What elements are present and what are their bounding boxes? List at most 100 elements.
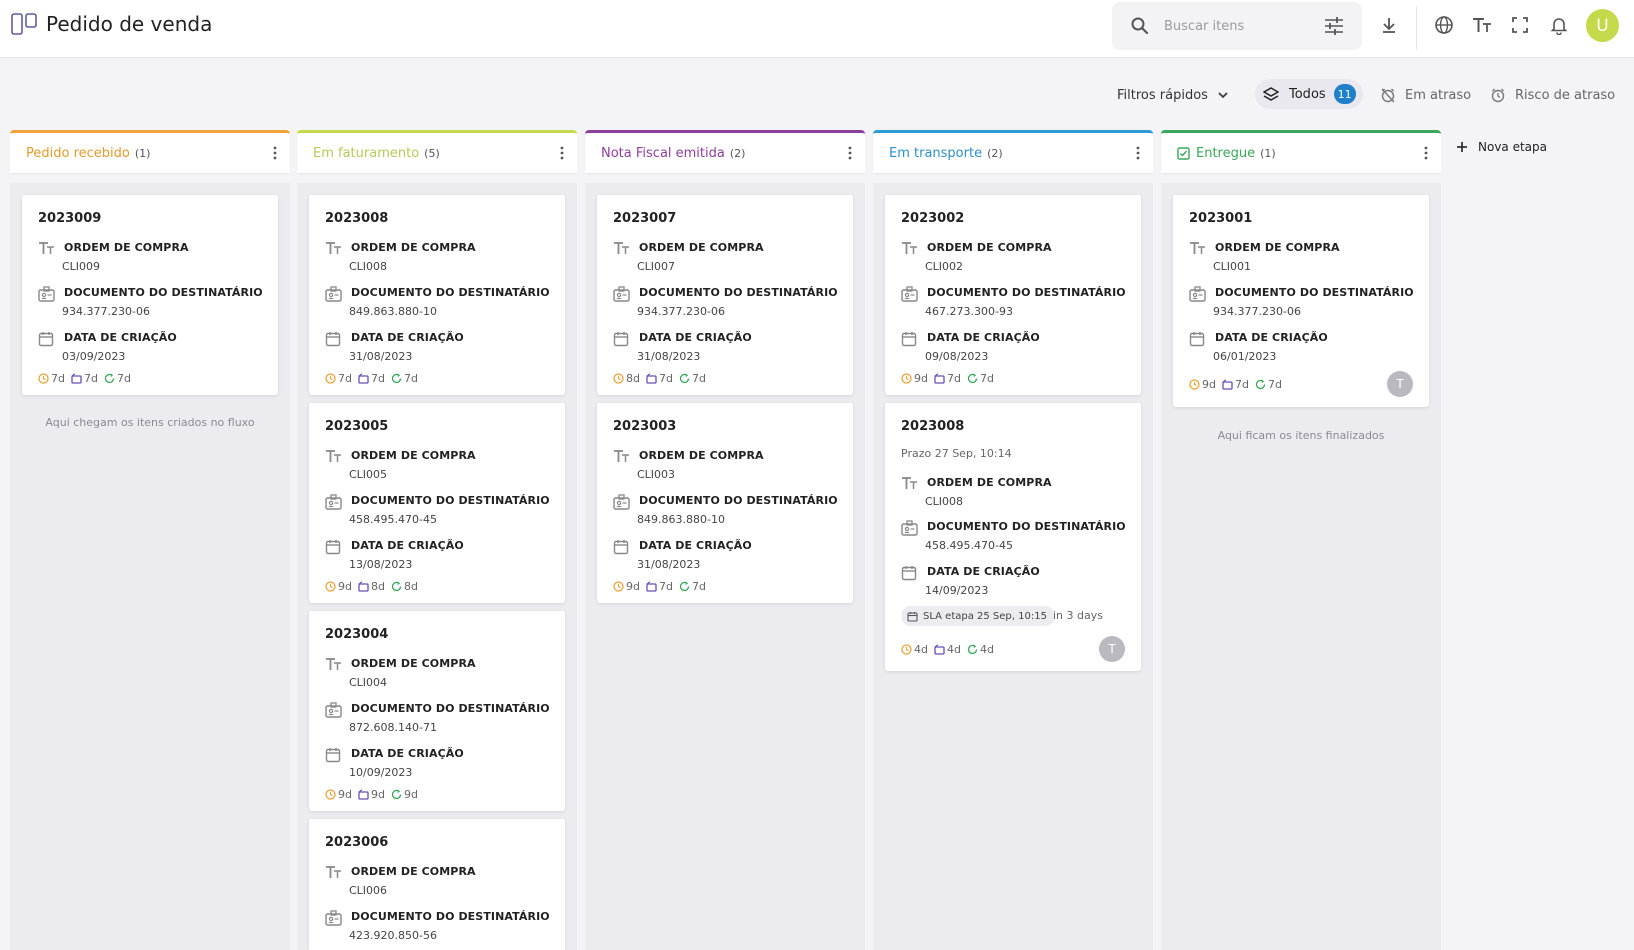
font-size-icon[interactable] bbox=[1471, 14, 1493, 36]
field-created: DATA DE CRIAÇÃO 31/08/2023 bbox=[613, 539, 843, 575]
filter-all-count-badge: 11 bbox=[1333, 84, 1356, 104]
calendar-clock-icon bbox=[907, 611, 918, 622]
card-id: 2023008 bbox=[901, 419, 965, 434]
column-title: Pedido recebido bbox=[26, 145, 130, 161]
column-count: (2) bbox=[729, 146, 746, 160]
more-vertical-icon[interactable] bbox=[847, 145, 853, 161]
column-count: (1) bbox=[134, 146, 151, 160]
more-vertical-icon[interactable] bbox=[272, 145, 278, 161]
search-box[interactable] bbox=[1112, 2, 1362, 50]
clock-icon bbox=[901, 372, 912, 384]
add-stage-button[interactable]: Nova etapa bbox=[1456, 140, 1547, 154]
calendar-icon bbox=[1189, 332, 1205, 347]
field-document: DOCUMENTO DO DESTINATÁRIO 849.863.880-10 bbox=[325, 286, 555, 322]
field-document: DOCUMENTO DO DESTINATÁRIO 934.377.230-06 bbox=[38, 286, 268, 322]
globe-icon[interactable] bbox=[1433, 14, 1455, 36]
deadline-text: Prazo 27 Sep, 10:14 bbox=[901, 447, 1012, 460]
refresh-check-icon bbox=[679, 581, 690, 591]
card-id: 2023004 bbox=[325, 627, 389, 642]
field-document: DOCUMENTO DO DESTINATÁRIO 458.495.470-45 bbox=[901, 520, 1131, 556]
pipeline-stage-icon bbox=[71, 372, 82, 384]
chevron-down-icon bbox=[1218, 92, 1228, 99]
created-value: 31/08/2023 bbox=[349, 350, 413, 363]
kanban-card[interactable]: 2023005 ORDEM DE COMPRA CLI005 DOCUMENTO… bbox=[309, 403, 565, 603]
notification-bell-icon[interactable] bbox=[1548, 14, 1570, 36]
field-order: ORDEM DE COMPRA CLI003 bbox=[613, 449, 843, 485]
alarm-off-icon bbox=[1381, 88, 1395, 103]
search-input[interactable] bbox=[1164, 14, 1314, 38]
calendar-icon bbox=[325, 332, 341, 347]
text-type-icon bbox=[326, 450, 341, 462]
clock-icon bbox=[1189, 378, 1200, 390]
created-value: 31/08/2023 bbox=[637, 350, 701, 363]
order-value: CLI007 bbox=[637, 260, 676, 273]
card-id: 2023009 bbox=[38, 211, 102, 226]
filter-all-chip[interactable]: Todos 11 bbox=[1255, 79, 1363, 109]
card-stats: 4d 4d 4d bbox=[901, 641, 1000, 657]
more-vertical-icon[interactable] bbox=[1423, 145, 1429, 161]
column-body-pedido-recebido: 2023009 ORDEM DE COMPRA CLI009 DOCUMENTO… bbox=[10, 183, 290, 950]
filter-sliders-icon[interactable] bbox=[1324, 17, 1344, 35]
kanban-card[interactable]: 2023008 Prazo 27 Sep, 10:14 ORDEM DE COM… bbox=[885, 403, 1141, 671]
user-avatar[interactable]: U bbox=[1586, 9, 1619, 42]
pipeline-stage-icon bbox=[934, 372, 945, 384]
download-icon[interactable] bbox=[1378, 14, 1400, 36]
refresh-check-icon bbox=[1255, 379, 1266, 389]
kanban-card[interactable]: 2023001 ORDEM DE COMPRA CLI001 DOCUMENTO… bbox=[1173, 195, 1429, 407]
id-card-icon bbox=[613, 494, 630, 510]
top-bar: Pedido de venda U bbox=[0, 0, 1634, 58]
id-card-icon bbox=[38, 286, 55, 302]
quick-filters-dropdown[interactable]: Filtros rápidos bbox=[1117, 83, 1230, 107]
id-card-icon bbox=[325, 910, 342, 926]
field-order: ORDEM DE COMPRA CLI009 bbox=[38, 241, 268, 277]
card-id: 2023003 bbox=[613, 419, 677, 434]
field-order: ORDEM DE COMPRA CLI008 bbox=[901, 476, 1131, 512]
order-value: CLI008 bbox=[349, 260, 388, 273]
kanban-card[interactable]: 2023007 ORDEM DE COMPRA CLI007 DOCUMENTO… bbox=[597, 195, 853, 395]
card-id: 2023001 bbox=[1189, 211, 1253, 226]
text-type-icon bbox=[326, 866, 341, 878]
clock-icon bbox=[325, 580, 336, 592]
document-value: 872.608.140-71 bbox=[349, 721, 437, 734]
column-count: (2) bbox=[987, 146, 1003, 160]
kanban-card[interactable]: 2023003 ORDEM DE COMPRA CLI003 DOCUMENTO… bbox=[597, 403, 853, 603]
filter-risk[interactable]: Risco de atraso bbox=[1490, 83, 1615, 107]
text-type-icon bbox=[614, 242, 629, 254]
kanban-card[interactable]: 2023009 ORDEM DE COMPRA CLI009 DOCUMENTO… bbox=[22, 195, 278, 395]
field-document: DOCUMENTO DO DESTINATÁRIO 849.863.880-10 bbox=[613, 494, 843, 530]
kanban-card[interactable]: 2023004 ORDEM DE COMPRA CLI004 DOCUMENTO… bbox=[309, 611, 565, 811]
column-header-pedido-recebido[interactable]: Pedido recebido (1) bbox=[10, 130, 290, 173]
fullscreen-icon[interactable] bbox=[1509, 14, 1531, 36]
column-title: Entregue bbox=[1196, 145, 1256, 161]
column-body-em-faturamento: 2023008 ORDEM DE COMPRA CLI008 DOCUMENTO… bbox=[297, 183, 577, 950]
document-value: 467.273.300-93 bbox=[925, 305, 1013, 318]
id-card-icon bbox=[325, 702, 342, 718]
pipeline-stage-icon bbox=[358, 580, 369, 592]
kanban-card[interactable]: 2023002 ORDEM DE COMPRA CLI002 DOCUMENTO… bbox=[885, 195, 1141, 395]
more-vertical-icon[interactable] bbox=[559, 145, 565, 161]
text-type-icon bbox=[326, 658, 341, 670]
assignee-avatar[interactable]: T bbox=[1099, 636, 1125, 662]
column-header-nota-fiscal[interactable]: Nota Fiscal emitida (2) bbox=[585, 130, 865, 173]
id-card-icon bbox=[901, 286, 918, 302]
kanban-card[interactable]: 2023006 ORDEM DE COMPRA CLI006 DOCUMENTO… bbox=[309, 819, 565, 950]
pipeline-stage-icon bbox=[358, 788, 369, 800]
field-order: ORDEM DE COMPRA CLI004 bbox=[325, 657, 555, 693]
column-body-nota-fiscal: 2023007 ORDEM DE COMPRA CLI007 DOCUMENTO… bbox=[585, 183, 865, 950]
assignee-avatar[interactable]: T bbox=[1387, 371, 1413, 397]
calendar-icon bbox=[901, 566, 917, 581]
add-stage-label: Nova etapa bbox=[1478, 140, 1547, 154]
kanban-card[interactable]: 2023008 ORDEM DE COMPRA CLI008 DOCUMENTO… bbox=[309, 195, 565, 395]
quick-filters-label: Filtros rápidos bbox=[1117, 87, 1208, 103]
column-header-em-transporte[interactable]: Em transporte (2) bbox=[873, 130, 1153, 173]
order-value: CLI002 bbox=[925, 260, 964, 273]
more-vertical-icon[interactable] bbox=[1135, 145, 1141, 161]
column-hint: Aqui ficam os itens finalizados bbox=[1217, 429, 1385, 442]
field-order: ORDEM DE COMPRA CLI005 bbox=[325, 449, 555, 485]
column-header-em-faturamento[interactable]: Em faturamento (5) bbox=[297, 130, 577, 173]
text-type-icon bbox=[39, 242, 54, 254]
column-title: Em faturamento bbox=[313, 145, 420, 161]
page-title: Pedido de venda bbox=[46, 12, 213, 36]
filter-late[interactable]: Em atraso bbox=[1380, 83, 1471, 107]
column-header-entregue[interactable]: Entregue (1) bbox=[1161, 130, 1441, 173]
